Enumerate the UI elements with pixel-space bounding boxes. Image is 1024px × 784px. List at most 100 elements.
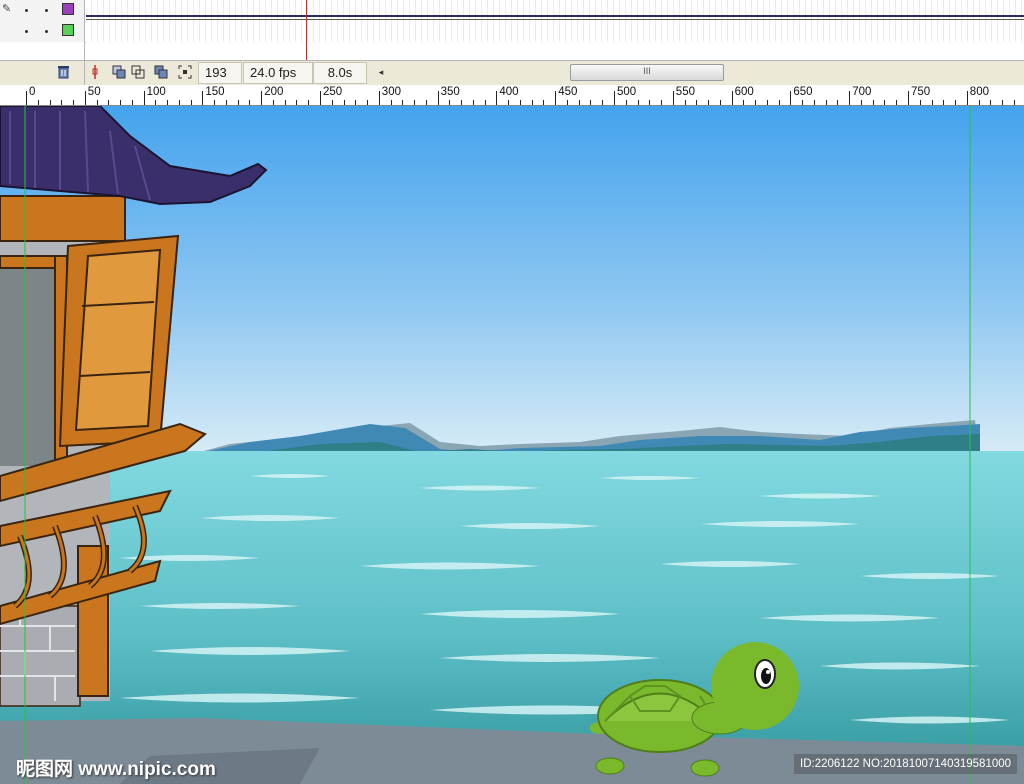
stage-canvas[interactable]: 昵图网 www.nipic.com ID:2206122 NO:20181007…: [0, 106, 1024, 784]
ruler-label: 550: [675, 86, 695, 98]
ruler-minor-tick: [1013, 100, 1015, 105]
ruler-minor-tick: [178, 100, 180, 105]
ruler-minor-tick: [449, 100, 451, 105]
layer-frames[interactable]: [86, 0, 1024, 21]
ruler-minor-tick: [331, 100, 333, 105]
scrollbar-thumb[interactable]: III: [570, 64, 724, 81]
ruler-label: 150: [205, 86, 225, 98]
ruler-label: 650: [793, 86, 813, 98]
ruler-major-tick: [496, 91, 498, 105]
elapsed-time-field: 8.0s: [313, 62, 367, 84]
playhead[interactable]: [306, 0, 307, 60]
ruler-minor-tick: [990, 100, 992, 105]
ruler-minor-tick: [508, 100, 510, 105]
ruler-minor-tick: [237, 100, 239, 105]
layer-frames[interactable]: [86, 21, 1024, 42]
current-frame-field[interactable]: 193: [198, 62, 242, 84]
ruler-minor-tick: [825, 100, 827, 105]
scrollbar-grip: III: [643, 66, 651, 76]
ruler-minor-tick: [543, 100, 545, 105]
ruler-label: 500: [617, 86, 637, 98]
layer-frames: [86, 42, 1024, 60]
ruler-minor-tick: [696, 100, 698, 105]
timeline-empty-row: [0, 42, 1024, 60]
ruler-minor-tick: [402, 100, 404, 105]
ruler-label: 750: [911, 86, 931, 98]
onion-markers-icon[interactable]: [177, 64, 193, 80]
ruler-minor-tick: [931, 100, 933, 105]
ruler-minor-tick: [625, 100, 627, 105]
ruler-label: 400: [499, 86, 519, 98]
ruler-minor-tick: [602, 100, 604, 105]
ruler-major-tick: [320, 91, 321, 105]
visibility-toggle[interactable]: [25, 9, 28, 12]
ruler-minor-tick: [272, 100, 274, 105]
lock-toggle[interactable]: [45, 30, 48, 33]
ruler-minor-tick: [719, 100, 721, 105]
layer-outline-color-swatch[interactable]: [62, 3, 74, 15]
ruler-minor-tick: [778, 100, 780, 105]
ruler-minor-tick: [343, 100, 345, 105]
ruler-minor-tick: [766, 100, 768, 105]
ruler-minor-tick: [978, 100, 980, 105]
timeline-status-bar: 193 24.0 fps 8.0s ◂ III: [0, 60, 1024, 86]
layer-outline-color-swatch[interactable]: [62, 24, 74, 36]
ruler-minor-tick: [284, 100, 286, 105]
ruler-label: 0: [29, 86, 36, 98]
layer-controls: [0, 42, 85, 60]
ruler-minor-tick: [461, 100, 463, 105]
trash-icon[interactable]: [55, 64, 71, 80]
ruler-major-tick: [849, 91, 851, 105]
timeline-horizontal-scrollbar[interactable]: ◂ III: [374, 63, 1024, 81]
ruler-minor-tick: [661, 100, 663, 105]
ruler-label: 200: [264, 86, 284, 98]
ruler-minor-tick: [943, 100, 945, 105]
ruler-minor-tick: [860, 100, 862, 105]
edit-multiple-frames-icon[interactable]: [153, 64, 169, 80]
ruler-minor-tick: [225, 100, 227, 105]
ruler-minor-tick: [167, 100, 169, 105]
ruler-minor-tick: [96, 100, 98, 105]
ruler-minor-tick: [708, 100, 710, 105]
ruler-minor-tick: [308, 100, 310, 105]
ruler-minor-tick: [955, 100, 957, 105]
ruler-minor-tick: [249, 100, 251, 105]
timeline-layers-panel: ✎: [0, 0, 1024, 60]
ruler-minor-tick: [414, 100, 416, 105]
ruler-minor-tick: [190, 100, 192, 105]
frame-rate-field[interactable]: 24.0 fps: [243, 62, 313, 84]
watermark-id: ID:2206122 NO:20181007140319581000: [794, 754, 1018, 774]
ruler-minor-tick: [108, 100, 110, 105]
center-frame-icon[interactable]: [87, 64, 103, 80]
ruler-label: 350: [440, 86, 460, 98]
ruler-minor-tick: [131, 100, 133, 105]
onion-skin-icon[interactable]: [111, 64, 127, 80]
frame-span-line: [86, 15, 1024, 17]
ruler-minor-tick: [566, 100, 568, 105]
ruler-major-tick: [555, 91, 557, 105]
pencil-icon: ✎: [2, 3, 12, 15]
scroll-left-arrow-icon[interactable]: ◂: [374, 63, 388, 81]
onion-outline-icon[interactable]: [130, 64, 146, 80]
watermark-left: 昵图网 www.nipic.com: [16, 759, 216, 780]
ruler-minor-tick: [684, 100, 686, 105]
layer-controls: ✎: [0, 0, 85, 21]
ruler-major-tick: [437, 91, 439, 105]
ruler-label: 100: [146, 86, 166, 98]
ruler-minor-tick: [425, 100, 427, 105]
ruler-minor-tick: [73, 100, 75, 105]
ruler-minor-tick: [755, 100, 757, 105]
ruler-label: 50: [87, 86, 101, 98]
ruler-minor-tick: [872, 100, 874, 105]
ruler-major-tick: [84, 91, 86, 105]
visibility-toggle[interactable]: [25, 30, 28, 33]
ruler-label: 800: [969, 86, 989, 98]
timeline-layer-row-2[interactable]: [0, 21, 1024, 43]
ruler-major-tick: [143, 91, 145, 105]
ruler-major-tick: [202, 91, 204, 105]
ruler-minor-tick: [590, 100, 592, 105]
lock-toggle[interactable]: [45, 9, 48, 12]
stage-artwork: [0, 106, 1024, 784]
ruler-minor-tick: [120, 100, 122, 105]
ruler-major-tick: [614, 91, 615, 105]
